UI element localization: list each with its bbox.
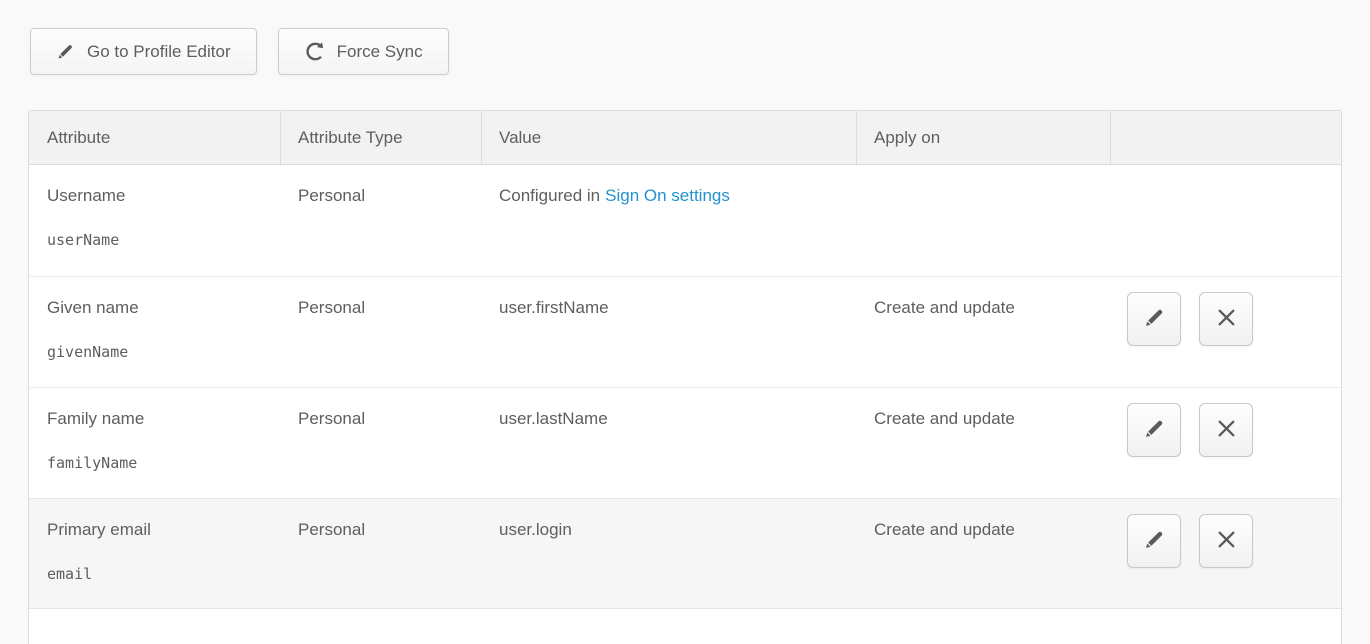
force-sync-label: Force Sync (337, 42, 423, 62)
value-cell: user.firstName (482, 277, 857, 387)
value-cell: Configured in Sign On settings (482, 165, 857, 276)
value-cell: user.lastName (482, 388, 857, 498)
value-prefix: Configured in (499, 186, 600, 205)
table-header-row: Attribute Attribute Type Value Apply on (29, 111, 1341, 165)
apply-on-cell: Create and update (857, 499, 1111, 608)
value-cell: user.login (482, 499, 857, 608)
x-icon (1216, 418, 1237, 442)
attribute-mappings-table: Attribute Attribute Type Value Apply on … (28, 110, 1342, 644)
table-row-given-name: Given name givenName Personal user.first… (29, 276, 1341, 387)
attribute-variable-name: givenName (47, 343, 271, 361)
attribute-variable-name: userName (47, 231, 271, 249)
edit-attribute-button[interactable] (1127, 292, 1181, 346)
delete-attribute-button[interactable] (1199, 514, 1253, 568)
apply-on-cell: Create and update (857, 277, 1111, 387)
delete-attribute-button[interactable] (1199, 292, 1253, 346)
column-header-apply-on: Apply on (857, 111, 1111, 164)
x-icon (1216, 307, 1237, 331)
attribute-type-cell: Personal (281, 277, 482, 387)
attribute-label: Primary email (47, 520, 271, 540)
attribute-cell: Given name givenName (29, 277, 281, 387)
edit-attribute-button[interactable] (1127, 514, 1181, 568)
table-row-partial (29, 609, 1341, 644)
go-to-profile-editor-button[interactable]: Go to Profile Editor (30, 28, 257, 75)
sign-on-settings-link[interactable]: Sign On settings (605, 186, 730, 205)
pencil-icon (56, 42, 75, 61)
x-icon (1216, 529, 1237, 553)
column-header-attribute: Attribute (29, 111, 281, 164)
attribute-label: Given name (47, 298, 271, 318)
delete-attribute-button[interactable] (1199, 403, 1253, 457)
actions-cell (1111, 277, 1341, 387)
table-row-primary-email: Primary email email Personal user.login … (29, 498, 1341, 609)
pencil-icon (1143, 528, 1166, 554)
attribute-cell: Username userName (29, 165, 281, 276)
pencil-icon (1143, 306, 1166, 332)
attribute-label: Family name (47, 409, 271, 429)
edit-attribute-button[interactable] (1127, 403, 1181, 457)
apply-on-cell (857, 165, 1111, 276)
attribute-type-cell: Personal (281, 499, 482, 608)
actions-cell (1111, 499, 1341, 608)
pencil-icon (1143, 417, 1166, 443)
go-to-profile-editor-label: Go to Profile Editor (87, 42, 231, 62)
refresh-icon (304, 41, 325, 62)
actions-cell (1111, 165, 1341, 276)
toolbar: Go to Profile Editor Force Sync (30, 28, 1370, 75)
column-header-value: Value (482, 111, 857, 164)
column-header-actions (1111, 111, 1341, 164)
table-row-username: Username userName Personal Configured in… (29, 165, 1341, 276)
column-header-attribute-type: Attribute Type (281, 111, 482, 164)
force-sync-button[interactable]: Force Sync (278, 28, 449, 75)
attribute-cell: Primary email email (29, 499, 281, 608)
attribute-type-cell: Personal (281, 165, 482, 276)
table-row-family-name: Family name familyName Personal user.las… (29, 387, 1341, 498)
attribute-variable-name: email (47, 565, 271, 583)
actions-cell (1111, 388, 1341, 498)
apply-on-cell: Create and update (857, 388, 1111, 498)
attribute-label: Username (47, 186, 271, 206)
attribute-cell: Family name familyName (29, 388, 281, 498)
attribute-variable-name: familyName (47, 454, 271, 472)
attribute-type-cell: Personal (281, 388, 482, 498)
